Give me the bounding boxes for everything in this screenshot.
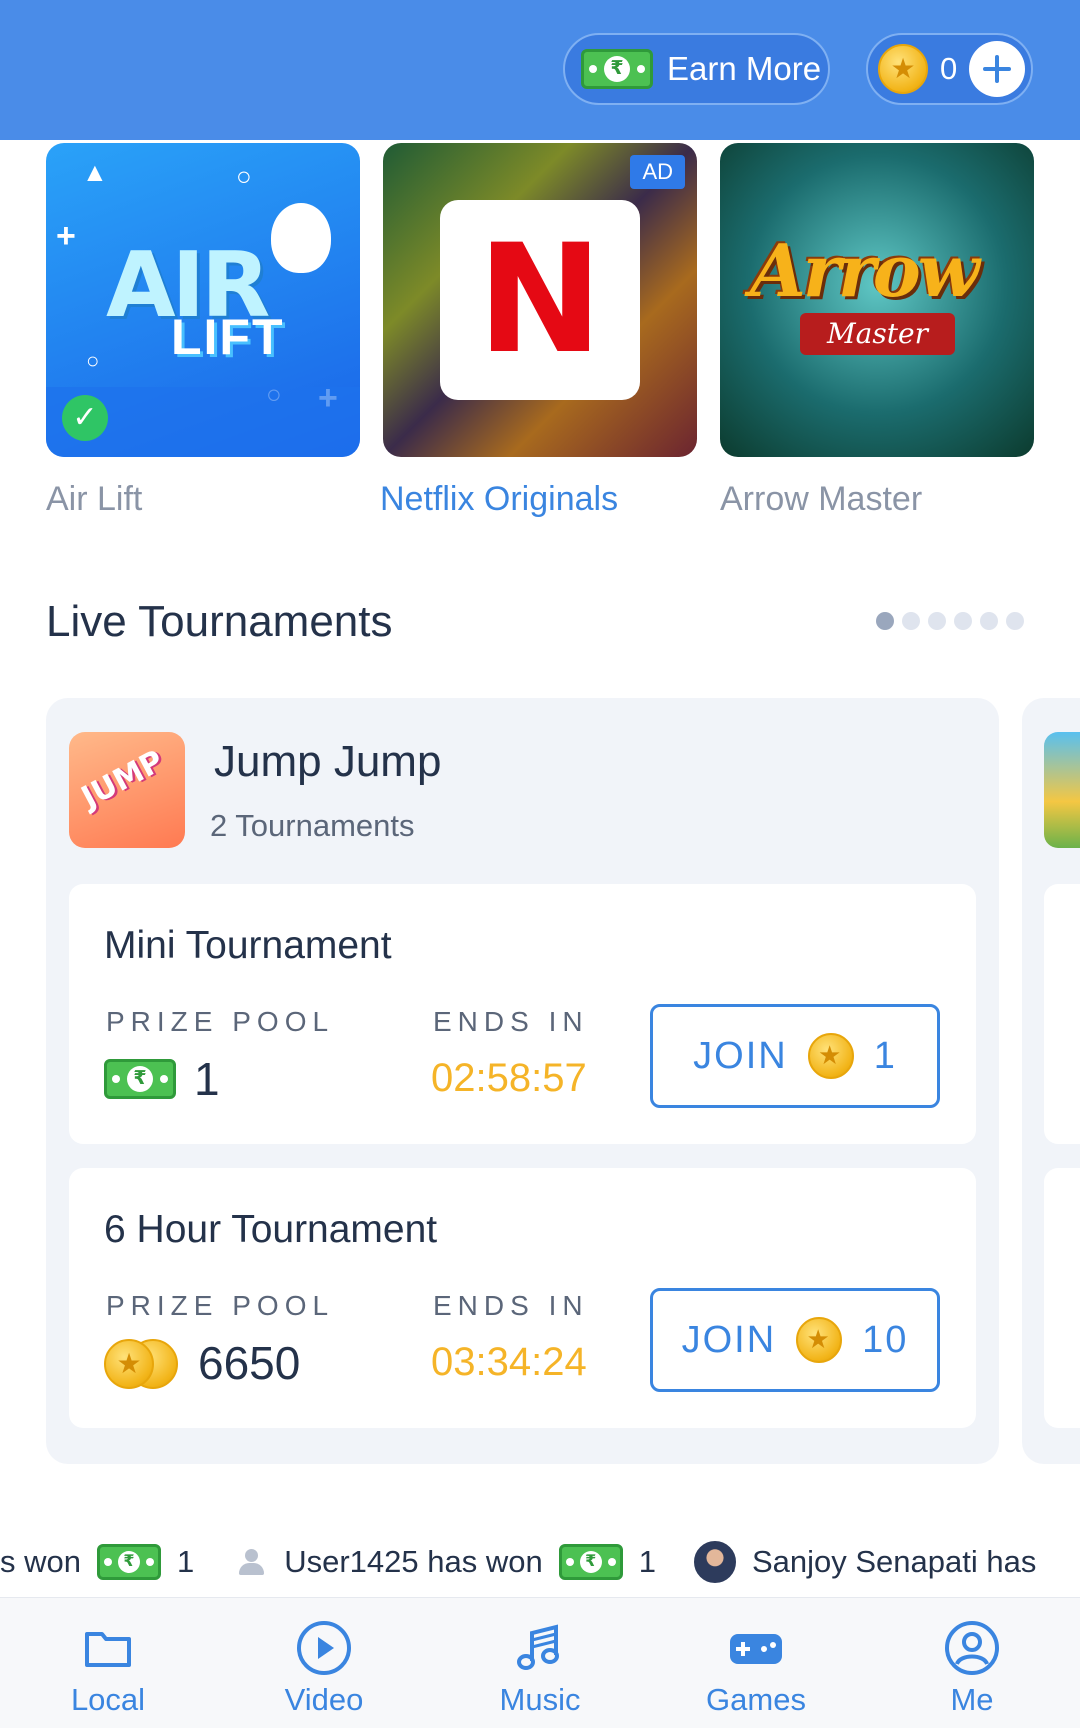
jump-jump-icon[interactable]: JUMP: [69, 732, 185, 848]
prize-pool-label: PRIZE POOL: [106, 1290, 335, 1321]
avatar: [691, 1539, 738, 1585]
profile-icon: [945, 1621, 999, 1675]
folder-icon: [85, 1632, 131, 1667]
join-button[interactable]: JOIN ★ 1: [650, 1004, 940, 1108]
tournament-game-name: Jump Jump: [214, 737, 442, 786]
cash-icon: ₹: [96, 1544, 161, 1580]
join-button[interactable]: JOIN ★ 10: [650, 1288, 940, 1392]
pager-dot: [928, 612, 946, 630]
ends-in-timer: 02:58:57: [431, 1056, 587, 1100]
tournament-count: 2 Tournaments: [210, 808, 415, 843]
coin-icon: ★: [796, 1317, 843, 1363]
prize-pool-value: ★ 6650: [104, 1336, 300, 1390]
plus-icon: [983, 55, 1011, 83]
play-icon: [297, 1621, 351, 1675]
ticker-item: s won ₹ 1: [0, 1544, 195, 1580]
netflix-logo: N: [440, 200, 640, 400]
game-name-netflix: Netflix Originals: [380, 480, 619, 518]
tournament-card-next[interactable]: [1022, 698, 1080, 1464]
pager-dot: [954, 612, 972, 630]
nav-me[interactable]: Me: [864, 1598, 1080, 1728]
music-icon: [517, 1624, 559, 1670]
ad-badge: AD: [630, 155, 685, 189]
earn-more-button[interactable]: ₹ Earn More: [563, 33, 830, 105]
coin-icon: ★: [878, 44, 928, 94]
ends-in-timer: 03:34:24: [431, 1340, 587, 1384]
coin-count: 0: [940, 51, 958, 86]
nav-games[interactable]: Games: [648, 1598, 864, 1728]
tournament-name: Mini Tournament: [104, 924, 392, 967]
check-icon: ✓: [62, 395, 108, 441]
arrow-master-logo: Arrow: [750, 228, 980, 313]
ticker-item: User1425 has won ₹ 1: [236, 1544, 656, 1580]
earn-more-label: Earn More: [667, 50, 822, 87]
cash-icon: ₹: [104, 1059, 176, 1099]
prize-pool-label: PRIZE POOL: [106, 1006, 335, 1037]
prize-pool-value: ₹ 1: [104, 1052, 220, 1106]
cash-icon: ₹: [581, 49, 653, 89]
nav-video[interactable]: Video: [216, 1598, 432, 1728]
pager-dot: [1006, 612, 1024, 630]
game-name-air-lift: Air Lift: [46, 480, 143, 518]
game-card-air-lift[interactable]: ▲ ○ + ○ ○ + AIR LIFT ✓: [46, 143, 360, 457]
cash-icon: ₹: [558, 1544, 623, 1580]
pager-dot: [876, 612, 894, 630]
game-card-arrow-master[interactable]: Arrow Master: [720, 143, 1034, 457]
pager-dot: [902, 612, 920, 630]
gamepad-icon: [730, 1634, 782, 1664]
pager-dot: [980, 612, 998, 630]
top-bar: ₹ Earn More ★ 0: [0, 0, 1080, 140]
nav-music[interactable]: Music: [432, 1598, 648, 1728]
tournament-6-hour[interactable]: 6 Hour Tournament PRIZE POOL ENDS IN ★ 6…: [69, 1168, 976, 1428]
coins-icon: ★: [104, 1337, 180, 1389]
game-name-arrow-master: Arrow Master: [720, 480, 923, 518]
add-coins-button[interactable]: [969, 41, 1025, 97]
winners-ticker: s won ₹ 1 User1425 has won ₹ 1 Sanjoy Se…: [0, 1527, 1080, 1597]
tournament-mini[interactable]: Mini Tournament PRIZE POOL ENDS IN ₹ 1 0…: [69, 884, 976, 1144]
bottom-nav: Local Video Music Games Me: [0, 1597, 1080, 1728]
ends-in-label: ENDS IN: [433, 1290, 589, 1321]
nav-local[interactable]: Local: [0, 1598, 216, 1728]
user-icon: [236, 1547, 266, 1577]
game-card-netflix[interactable]: N AD: [383, 143, 697, 457]
coin-icon: ★: [807, 1033, 854, 1079]
coin-balance[interactable]: ★ 0: [866, 33, 1033, 105]
ticker-item: Sanjoy Senapati has: [691, 1539, 1036, 1585]
tournament-name: 6 Hour Tournament: [104, 1208, 438, 1251]
carousel-pager: [876, 612, 1024, 630]
ends-in-label: ENDS IN: [433, 1006, 589, 1037]
section-title: Live Tournaments: [46, 597, 393, 646]
